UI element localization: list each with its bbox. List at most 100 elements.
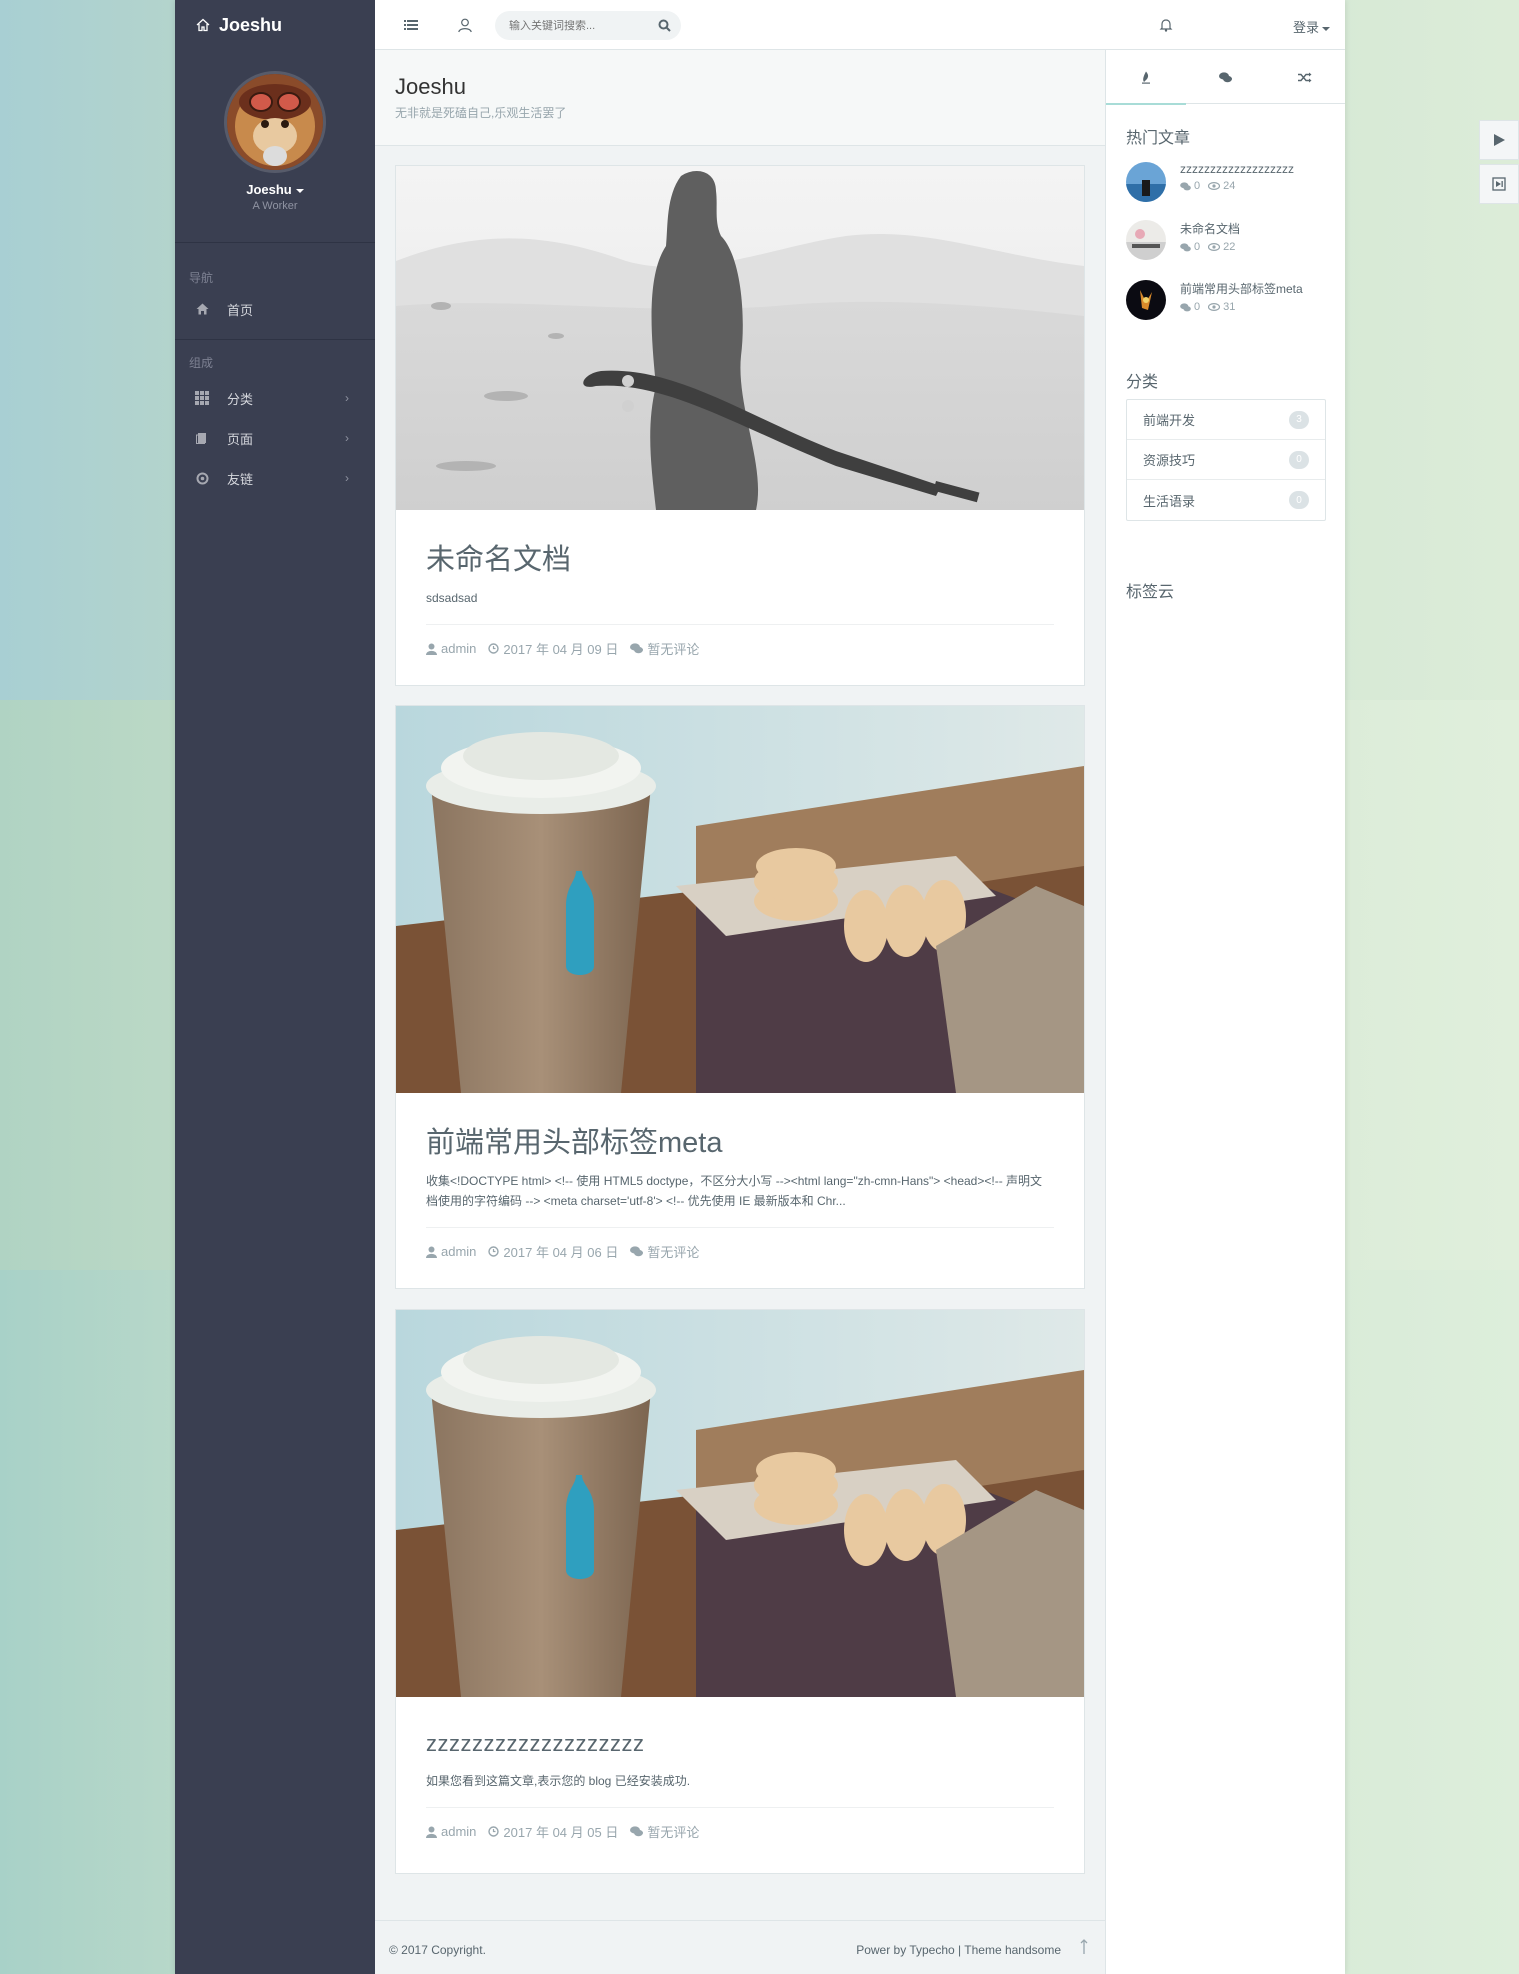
main-content: Joeshu 无非就是死磕自己,乐观生活罢了 未命名文档 sdsadsad ad… — [375, 50, 1105, 1974]
post-title[interactable]: 前端常用头部标签meta — [426, 1119, 1054, 1161]
right-sidebar: 热门文章 zzzzzzzzzzzzzzzzzzz 0 24 未命名文档 0 22… — [1105, 50, 1345, 1974]
count-badge: 0 — [1289, 450, 1309, 469]
next-track-icon — [1492, 177, 1506, 191]
post-comments[interactable]: 暂无评论 — [630, 1242, 699, 1261]
profile-block: Joeshu A Worker — [175, 50, 375, 243]
page-title: Joeshu — [395, 74, 466, 99]
post-excerpt: 收集<!DOCTYPE html> <!-- 使用 HTML5 doctype，… — [426, 1174, 1043, 1208]
hot-post-item[interactable]: 前端常用头部标签meta 0 31 — [1126, 280, 1303, 320]
hot-post-title[interactable]: 未命名文档 — [1180, 220, 1243, 237]
hot-post-title[interactable]: zzzzzzzzzzzzzzzzzzz — [1180, 162, 1294, 176]
post-card: zzzzzzzzzzzzzzzzzzz 如果您看到这篇文章,表示您的 blog … — [395, 1309, 1085, 1874]
search-input[interactable] — [509, 19, 649, 32]
file-icon — [195, 431, 209, 445]
post-thumbnail[interactable] — [396, 1310, 1084, 1697]
eye-icon — [1208, 303, 1221, 311]
eye-icon — [1208, 182, 1221, 190]
sidebar: Joeshu Joeshu A Worker 导航 首页 组成 分类 › 页面 … — [175, 0, 375, 1974]
brand-title: Joeshu — [219, 14, 283, 35]
category-item[interactable]: 资源技巧 0 — [1127, 440, 1325, 480]
hot-posts-title: 热门文章 — [1126, 130, 1191, 147]
top-header: 登录 — [375, 0, 1345, 50]
post-thumbnail[interactable] — [396, 706, 1084, 1093]
sidebar-item-pages[interactable]: 页面 › — [175, 418, 375, 458]
user-icon — [426, 1246, 437, 1258]
sidebar-item-home[interactable]: 首页 — [175, 289, 375, 329]
comments-icon — [1180, 242, 1191, 251]
clock-icon — [488, 643, 500, 654]
sidebar-item-label: 页面 — [227, 431, 254, 447]
post-excerpt: 如果您看到这篇文章,表示您的 blog 已经安装成功. — [426, 1774, 691, 1788]
fire-icon — [1141, 71, 1150, 84]
footer-copyright: © 2017 Copyright. — [389, 1943, 486, 1957]
hot-post-item[interactable]: 未命名文档 0 22 — [1126, 220, 1243, 260]
hot-post-item[interactable]: zzzzzzzzzzzzzzzzzzz 0 24 — [1126, 162, 1294, 202]
home-icon — [196, 18, 210, 32]
nav-header-components: 组成 — [189, 356, 214, 370]
avatar[interactable] — [227, 74, 323, 170]
clock-icon — [488, 1246, 500, 1257]
search-icon[interactable] — [658, 19, 671, 32]
app-frame: Joeshu Joeshu A Worker 导航 首页 组成 分类 › 页面 … — [175, 0, 1345, 1974]
profile-name[interactable]: Joeshu — [175, 182, 375, 197]
sidebar-item-label: 首页 — [227, 302, 254, 318]
music-play-button[interactable] — [1479, 120, 1519, 160]
hot-post-stats: 0 24 — [1180, 180, 1294, 192]
user-icon[interactable] — [457, 17, 473, 33]
comments-icon — [630, 1826, 644, 1837]
play-icon — [1494, 134, 1505, 146]
tab-random[interactable] — [1265, 50, 1345, 104]
brand-link[interactable]: Joeshu — [175, 0, 375, 50]
post-thumbnail[interactable] — [1126, 220, 1166, 260]
post-card: 前端常用头部标签meta 收集<!DOCTYPE html> <!-- 使用 H… — [395, 705, 1085, 1289]
sidebar-item-categories[interactable]: 分类 › — [175, 378, 375, 418]
sidebar-item-label: 友链 — [227, 471, 254, 487]
category-item[interactable]: 生活语录 0 — [1127, 480, 1325, 520]
post-thumbnail[interactable] — [1126, 162, 1166, 202]
tab-hot[interactable] — [1106, 50, 1186, 105]
eye-icon — [1208, 243, 1221, 251]
comments-icon — [1219, 71, 1232, 82]
comments-icon — [1180, 302, 1191, 311]
sidebar-item-label: 分类 — [227, 391, 254, 407]
post-author[interactable]: admin — [426, 641, 476, 656]
user-icon — [426, 1826, 437, 1838]
menu-toggle-icon[interactable] — [403, 17, 419, 33]
post-card: 未命名文档 sdsadsad admin 2017 年 04 月 09 日 暂无… — [395, 165, 1085, 686]
sidebar-tabs — [1106, 50, 1345, 105]
bell-icon[interactable] — [1158, 17, 1174, 33]
post-meta: admin 2017 年 04 月 06 日 暂无评论 — [426, 1228, 1054, 1261]
category-list: 前端开发 3 资源技巧 0 生活语录 0 — [1126, 399, 1326, 521]
music-list-button[interactable] — [1479, 164, 1519, 204]
comments-icon — [1180, 181, 1191, 190]
post-thumbnail[interactable] — [396, 166, 1084, 510]
chevron-right-icon: › — [345, 431, 349, 445]
post-date: 2017 年 04 月 06 日 — [488, 1242, 618, 1261]
sidebar-item-links[interactable]: 友链 › — [175, 458, 375, 498]
post-date: 2017 年 04 月 09 日 — [488, 639, 618, 658]
chevron-down-icon — [295, 188, 304, 193]
home-icon — [195, 302, 209, 316]
post-title[interactable]: 未命名文档 — [426, 536, 1054, 578]
post-title[interactable]: zzzzzzzzzzzzzzzzzzz — [426, 1731, 1054, 1757]
post-comments[interactable]: 暂无评论 — [630, 1822, 699, 1841]
post-author[interactable]: admin — [426, 1244, 476, 1259]
profile-role: A Worker — [252, 200, 298, 212]
post-comments[interactable]: 暂无评论 — [630, 639, 699, 658]
login-dropdown[interactable]: 登录 — [1293, 17, 1330, 36]
hot-post-stats: 0 22 — [1180, 241, 1243, 253]
user-icon — [426, 643, 437, 655]
post-thumbnail[interactable] — [1126, 280, 1166, 320]
chevron-down-icon — [1322, 26, 1330, 31]
category-item[interactable]: 前端开发 3 — [1127, 400, 1325, 440]
post-author[interactable]: admin — [426, 1824, 476, 1839]
tab-comments[interactable] — [1186, 50, 1266, 104]
back-to-top-icon[interactable] — [1079, 1939, 1089, 1955]
chevron-right-icon: › — [345, 391, 349, 405]
count-badge: 0 — [1289, 491, 1309, 509]
search-box — [495, 11, 681, 40]
hot-post-title[interactable]: 前端常用头部标签meta — [1180, 280, 1303, 297]
comments-icon — [630, 643, 644, 654]
footer-power[interactable]: Power by Typecho | Theme handsome — [856, 1943, 1061, 1957]
grid-icon — [195, 391, 209, 405]
